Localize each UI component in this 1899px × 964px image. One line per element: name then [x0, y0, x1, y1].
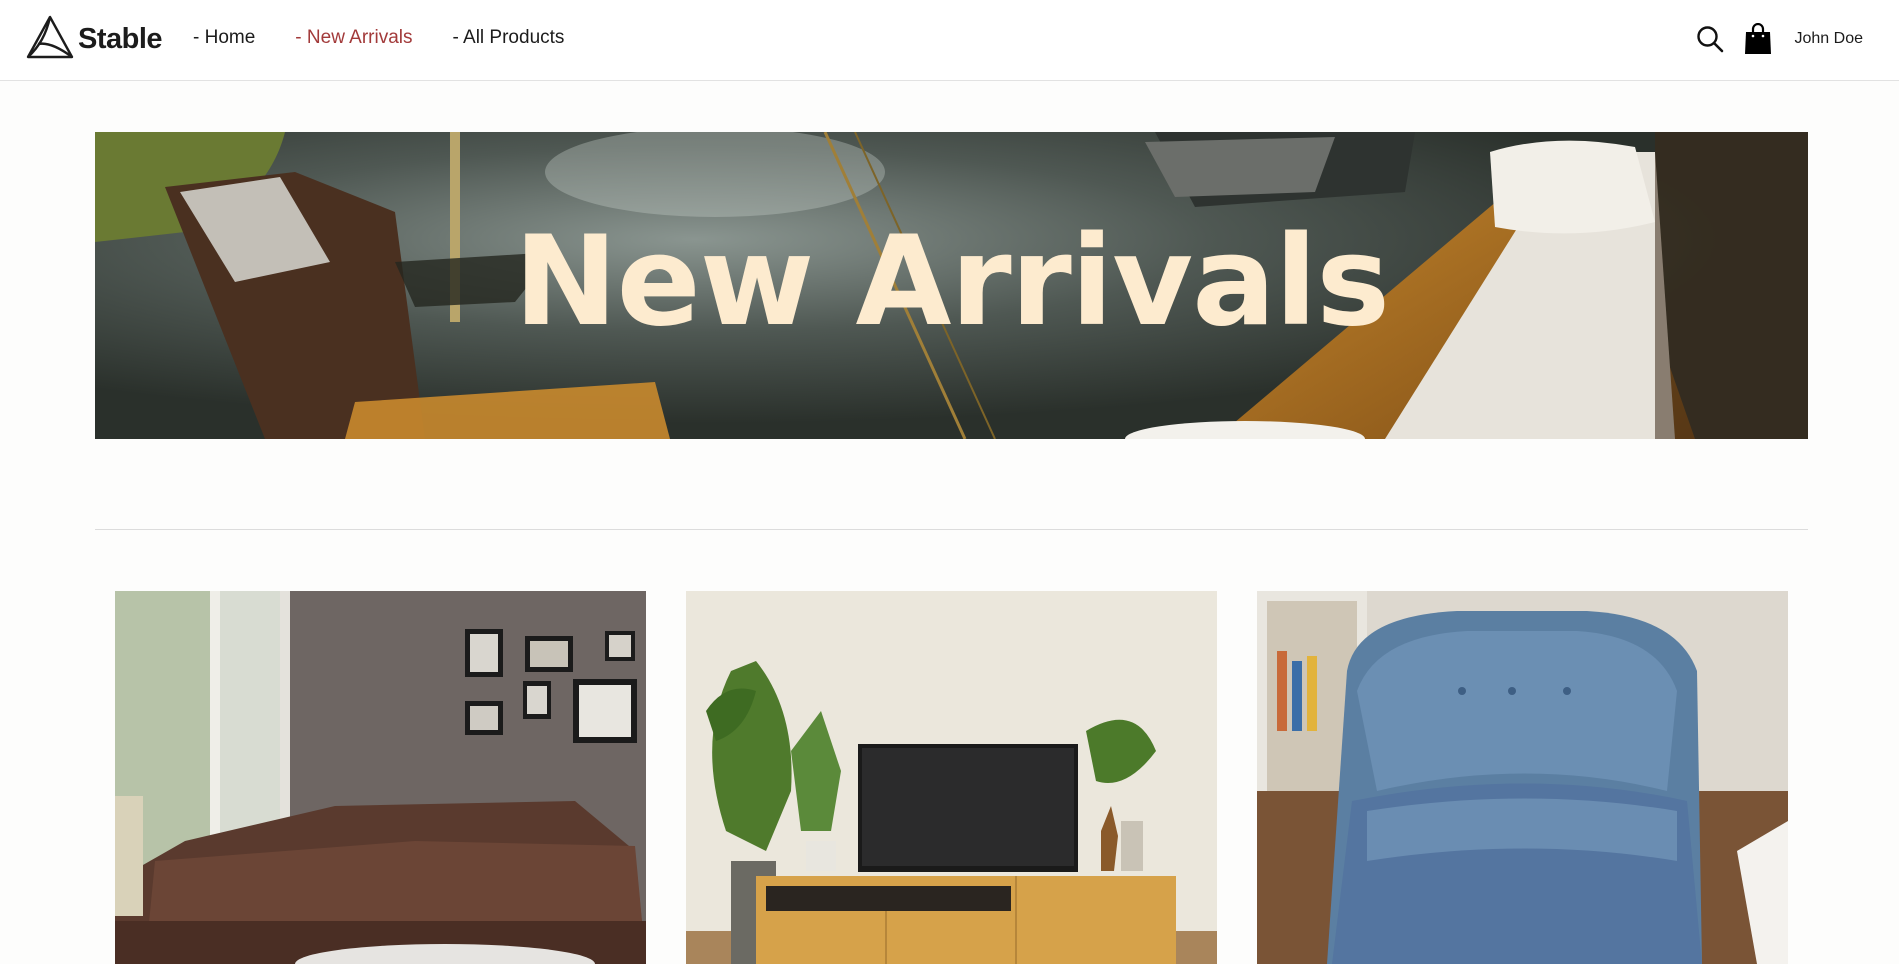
triangle-knot-logo-icon — [26, 15, 74, 59]
section-divider — [95, 529, 1808, 530]
hero-title: New Arrivals — [513, 210, 1390, 354]
site-header: Stable - Home - New Arrivals - All Produ… — [0, 0, 1899, 81]
product-card-armchair[interactable] — [1257, 591, 1788, 964]
hero-banner: New Arrivals — [95, 132, 1808, 439]
nav-item-new-arrivals[interactable]: - New Arrivals — [295, 27, 412, 49]
user-menu[interactable]: John Doe — [1795, 30, 1864, 48]
nav-item-home[interactable]: - Home — [193, 27, 255, 49]
product-card-tv-console[interactable] — [686, 591, 1217, 964]
tv-console-product-image — [686, 591, 1217, 964]
search-button[interactable] — [1695, 22, 1725, 56]
nav-item-all-products[interactable]: - All Products — [452, 27, 564, 49]
product-card-sofa[interactable] — [115, 591, 646, 964]
search-icon — [1696, 26, 1723, 53]
sofa-product-image — [115, 591, 646, 964]
header-actions: John Doe — [1695, 22, 1864, 56]
armchair-product-image — [1257, 591, 1788, 964]
brand-name: Stable — [78, 22, 163, 55]
main-nav: - Home - New Arrivals - All Products — [193, 27, 604, 49]
brand-logo[interactable]: Stable — [24, 14, 163, 60]
shopping-bag-icon — [1744, 23, 1771, 54]
cart-button[interactable] — [1743, 22, 1773, 56]
